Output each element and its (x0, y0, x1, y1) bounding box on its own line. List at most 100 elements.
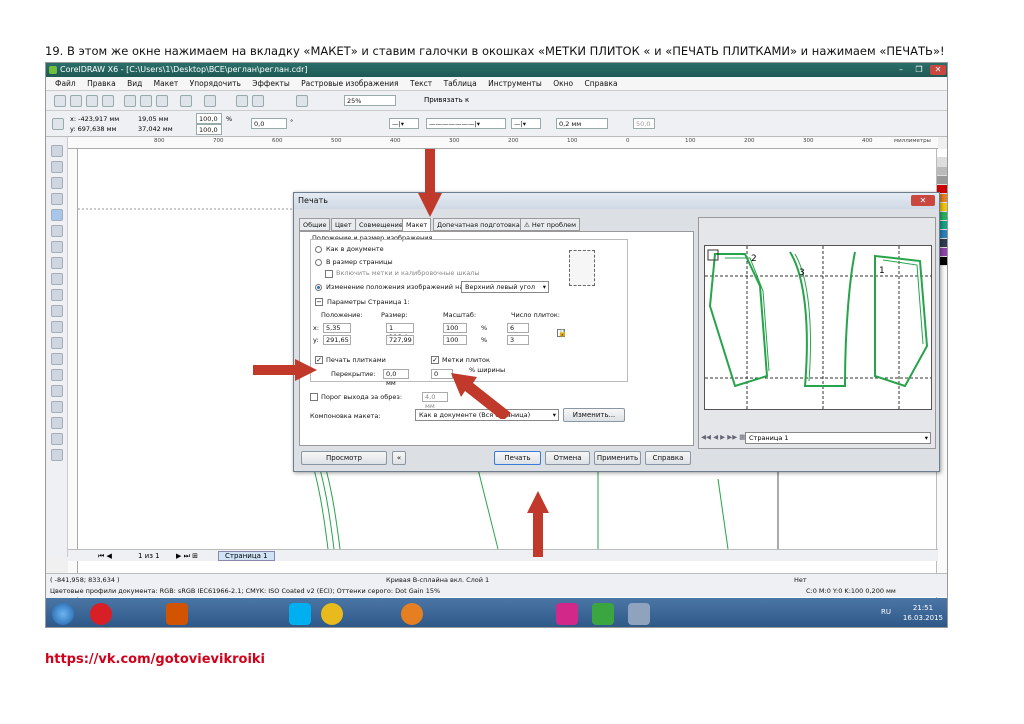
tiles-x-field[interactable]: 6 (507, 323, 529, 333)
params-toggle-icon[interactable]: − (315, 298, 323, 306)
reposition-dropdown[interactable]: Верхний левый угол (461, 281, 549, 293)
skype-icon[interactable] (289, 603, 311, 625)
page-tab[interactable]: Страница 1 (218, 551, 275, 561)
print-button[interactable]: Печать (494, 451, 541, 465)
transparency-tool-icon[interactable] (51, 385, 63, 397)
tab-color[interactable]: Цвет (331, 218, 356, 231)
menu-table[interactable]: Таблица (444, 79, 477, 88)
table-tool-icon[interactable] (51, 321, 63, 333)
scale-x-field[interactable]: 100,0 (196, 113, 222, 124)
size-w-field[interactable]: 1 196,4 (386, 323, 414, 341)
firefox-icon[interactable] (401, 603, 423, 625)
scale-y-field[interactable]: 100 (443, 335, 467, 345)
outline-pen-icon[interactable] (51, 417, 63, 429)
print-icon[interactable] (102, 95, 114, 107)
text-tool-icon[interactable] (51, 305, 63, 317)
menu-edit[interactable]: Правка (87, 79, 116, 88)
coreldraw-taskbar-icon[interactable] (592, 603, 614, 625)
export-icon[interactable] (252, 95, 264, 107)
pick-tool-icon[interactable] (51, 145, 63, 157)
page-nav-arrows-icon[interactable]: ⏮ ◀ (98, 550, 112, 562)
page-origin-icon[interactable] (52, 118, 64, 130)
radio-fit-page[interactable] (315, 259, 322, 266)
overlap-percent-field[interactable]: 0 (431, 369, 453, 379)
help-button[interactable]: Справка (645, 451, 691, 465)
dimension-tool-icon[interactable] (51, 337, 63, 349)
chrome-icon[interactable] (321, 603, 343, 625)
menu-tools[interactable]: Инструменты (488, 79, 542, 88)
media-player-icon[interactable] (166, 603, 188, 625)
object-width[interactable]: 19,05 мм (138, 115, 168, 123)
tiles-y-field[interactable]: 3 (507, 335, 529, 345)
scale-x-field[interactable]: 100 (443, 323, 467, 333)
interactive-fill-icon[interactable] (51, 449, 63, 461)
eyedropper-icon[interactable] (51, 401, 63, 413)
checkbox-tile-marks[interactable]: ✓ (431, 356, 439, 364)
preview-page-dropdown[interactable]: Страница 1 (745, 432, 931, 444)
start-button-icon[interactable] (52, 603, 74, 625)
fill-status[interactable]: Нет (794, 576, 807, 584)
menu-view[interactable]: Вид (127, 79, 142, 88)
pdf-app-icon[interactable] (556, 603, 578, 625)
rotation-field[interactable]: 0,0 (251, 118, 287, 129)
open-icon[interactable] (70, 95, 82, 107)
bleed-field[interactable]: 4,0 мм (422, 392, 448, 410)
line-style-dropdown[interactable]: ———————|▾ (426, 118, 506, 129)
menu-layout[interactable]: Макет (154, 79, 179, 88)
paste-icon[interactable] (156, 95, 168, 107)
page-nav-forward-icon[interactable]: ▶ ⏭ ⊞ (176, 550, 198, 562)
cut-icon[interactable] (124, 95, 136, 107)
snap-to-dropdown[interactable]: Привязать к (424, 96, 469, 104)
outline-width-field[interactable]: 0,2 мм (556, 118, 608, 129)
scale-y-field[interactable]: 100,0 (196, 124, 222, 135)
checkbox-include-marks[interactable] (325, 270, 333, 278)
checkbox-bleed[interactable] (310, 393, 318, 401)
screenshot-tool-icon[interactable] (628, 603, 650, 625)
y-coordinate[interactable]: y: 697,638 мм (70, 125, 116, 133)
zoom-tool-icon[interactable] (51, 193, 63, 205)
preview-page[interactable]: 2 3 1 (704, 245, 932, 410)
cancel-button[interactable]: Отмена (545, 451, 590, 465)
overlap-mm-field[interactable]: 0,0 мм (383, 369, 409, 387)
menu-effects[interactable]: Эффекты (252, 79, 290, 88)
value-50-field[interactable]: 50,0 (633, 118, 655, 129)
import-icon[interactable] (236, 95, 248, 107)
language-indicator[interactable]: RU (881, 608, 891, 616)
object-height[interactable]: 37,042 мм (138, 125, 173, 133)
line-start-dropdown[interactable]: —|▾ (389, 118, 419, 129)
swatch[interactable] (937, 167, 947, 176)
app-launcher-icon[interactable] (296, 95, 308, 107)
x-coordinate[interactable]: x: -423,917 мм (70, 115, 119, 123)
preview-toggle-icon[interactable]: « (392, 451, 406, 465)
position-y-field[interactable]: 291,65 (323, 335, 351, 345)
menu-text[interactable]: Текст (410, 79, 432, 88)
radio-reposition[interactable] (315, 284, 322, 291)
swatch[interactable] (937, 149, 947, 158)
outline-status[interactable]: C:0 M:0 Y:0 K:100 0,200 мм (806, 587, 896, 595)
lock-ratio-icon[interactable]: 🔒 (557, 329, 567, 337)
fill-tool-icon[interactable] (51, 433, 63, 445)
size-h-field[interactable]: 727,99 (386, 335, 414, 345)
system-clock[interactable]: 21:51 16.03.2015 (903, 603, 943, 623)
redo-icon[interactable] (204, 95, 216, 107)
rectangle-tool-icon[interactable] (51, 241, 63, 253)
line-end-dropdown[interactable]: —|▾ (511, 118, 541, 129)
position-x-field[interactable]: 5,35 мм (323, 323, 351, 341)
tab-no-issues[interactable]: ⚠ Нет проблем (520, 218, 581, 231)
menu-bitmaps[interactable]: Растровые изображения (301, 79, 398, 88)
preview-nav-arrows-icon[interactable]: ◀◀ ◀ ▶ ▶▶ ▦ (701, 432, 745, 443)
tab-prepress[interactable]: Допечатная подготовка (433, 218, 524, 231)
blend-tool-icon[interactable] (51, 369, 63, 381)
menu-help[interactable]: Справка (585, 79, 618, 88)
restore-icon[interactable]: ❐ (911, 65, 927, 75)
close-icon[interactable]: ✕ (930, 65, 946, 75)
swatch[interactable] (937, 176, 947, 185)
copy-icon[interactable] (140, 95, 152, 107)
tab-layout[interactable]: Макет (402, 218, 432, 232)
tab-composite[interactable]: Совмещение (355, 218, 407, 231)
shape-tool-icon[interactable] (51, 161, 63, 173)
new-icon[interactable] (54, 95, 66, 107)
crop-tool-icon[interactable] (51, 177, 63, 189)
polygon-tool-icon[interactable] (51, 273, 63, 285)
zoom-level-field[interactable]: 25% (344, 95, 396, 106)
